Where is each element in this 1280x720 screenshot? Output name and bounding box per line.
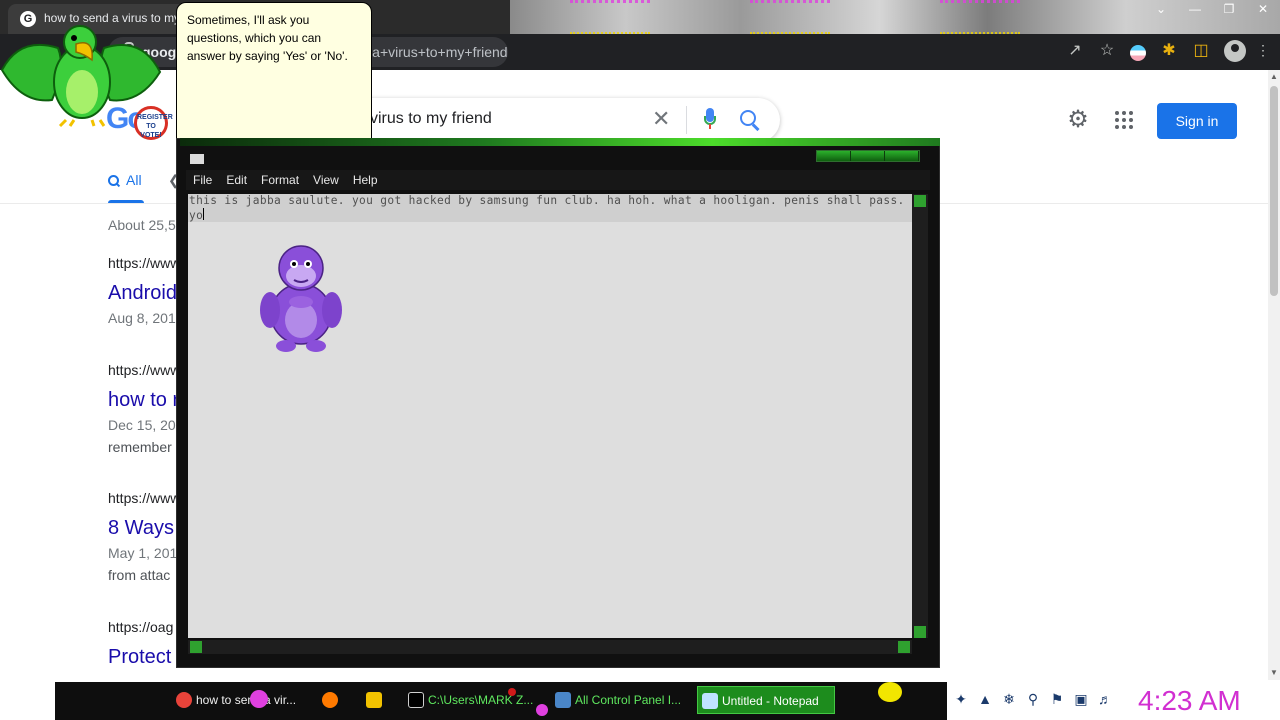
control-panel-icon [555,692,571,708]
tab-search-chevron-icon[interactable]: ⌄ [1144,0,1178,18]
window-controls: ⌄ — ❐ ✕ [1144,0,1280,18]
taskbar-button-label: how to send a vir... [196,693,297,707]
scroll-down-icon[interactable]: ▼ [1270,668,1278,677]
result-date: May 1, 201 [108,545,178,561]
notepad-title-glow [180,138,940,146]
tab-all[interactable]: All [108,172,142,202]
notepad-icon [190,154,204,164]
sparkle [250,690,268,708]
result-title[interactable]: Android [108,282,177,305]
taskbar-button-cmd[interactable]: C:\Users\MARK Z... [404,686,540,714]
speaker-icon[interactable]: ♬ [1096,690,1114,708]
star-icon[interactable]: ☆ [1098,40,1116,62]
result-url[interactable]: https://oag [108,619,173,635]
search-divider [686,106,687,134]
chrome-icon [176,692,192,708]
network-icon[interactable]: ▣ [1072,690,1090,708]
apps-grid-icon[interactable] [1115,111,1133,129]
taskbar-button-chrome[interactable]: how to send a vir... [172,686,304,714]
maximize-button[interactable] [851,151,885,161]
gear-icon[interactable]: ⚙ [1066,108,1090,132]
menu-file[interactable]: File [186,170,219,190]
result-snippet: remember [108,439,172,455]
sparkle [536,704,548,716]
search-icon [108,175,120,187]
menu-edit[interactable]: Edit [219,170,254,190]
sparkle [508,688,516,696]
sign-in-button[interactable]: Sign in [1157,103,1237,139]
firefox-icon [322,692,338,708]
snowflake-icon[interactable]: ❄ [1000,690,1018,708]
taskbar-button-label: Untitled - Notepad [722,694,819,708]
sparkle [878,682,902,702]
text-caret [203,207,205,220]
menu-format[interactable]: Format [254,170,306,190]
result-title[interactable]: how to r [108,389,179,412]
notepad-icon [702,693,718,709]
taskbar-button-firefox[interactable] [318,686,348,714]
taskbar-clock[interactable]: 4:23 AM [1138,684,1248,718]
wallpaper-scribble [570,0,650,34]
scroll-left-icon[interactable] [190,641,202,653]
flag-icon[interactable]: ⚑ [1048,690,1066,708]
result-title[interactable]: 8 Ways [108,517,174,540]
puzzle-icon[interactable]: ✱ [1160,40,1178,62]
page-scrollbar-thumb[interactable] [1270,86,1278,296]
tab-all-label: All [126,172,142,188]
restore-button[interactable]: ❐ [1212,0,1246,18]
toolbar-icons: ↗ ☆ ✱ ◫ [1066,40,1246,62]
taskbar-button-explorer[interactable] [362,686,392,714]
scroll-right-icon[interactable] [898,641,910,653]
bird-icon[interactable]: ✦ [952,690,970,708]
taskbar-button-label: All Control Panel I... [575,693,682,707]
search-icon[interactable]: ⚲ [1024,690,1042,708]
scroll-up-icon[interactable] [914,195,926,207]
search-input[interactable]: virus to my friend [370,110,492,128]
mic-icon[interactable] [704,108,716,132]
chrome-menu-icon[interactable]: ⋮ [1256,42,1270,59]
notepad-vertical-scrollbar[interactable] [912,194,928,638]
result-url[interactable]: https://www [108,255,180,271]
notepad-menubar: File Edit Format View Help [186,170,930,190]
desktop: G how to send a virus to my friend ⌄ — ❐… [0,0,1280,720]
result-title[interactable]: Protect [108,646,171,669]
wallpaper-scribble [940,0,1020,34]
wallpaper-scribble [750,0,830,34]
result-date: Aug 8, 2014 [108,310,184,326]
close-button[interactable] [885,151,919,161]
scroll-up-icon[interactable]: ▲ [1270,72,1278,81]
wifi-icon[interactable]: ▲ [976,690,994,708]
notepad-window-buttons [816,150,920,162]
parrot-assistant-icon[interactable] [0,8,165,128]
notepad-text[interactable]: this is jabba saulute. you got hacked by… [189,194,912,222]
result-stats: About 25,5 [108,217,176,233]
cmd-icon [408,692,424,708]
menu-view[interactable]: View [306,170,346,190]
search-icon[interactable] [738,108,762,132]
bonzi-gorilla-icon[interactable] [256,236,346,354]
system-tray: ✦ ▲ ❄ ⚲ ⚑ ▣ ♬ [952,690,1114,708]
sidebar-icon[interactable]: ◫ [1192,40,1210,62]
minimize-button[interactable]: — [1178,0,1212,18]
taskbar-button-notepad[interactable]: Untitled - Notepad [697,686,835,714]
scroll-down-icon[interactable] [914,626,926,638]
url-query: d+a+virus+to+my+friend [356,44,508,60]
clear-icon[interactable]: ✕ [652,106,670,132]
result-url[interactable]: https://www [108,362,180,378]
result-url[interactable]: https://www [108,490,180,506]
menu-help[interactable]: Help [346,170,385,190]
extension-icon[interactable] [1130,44,1146,61]
notepad-horizontal-scrollbar[interactable] [188,640,912,654]
result-snippet: from attac [108,567,171,583]
taskbar-button-label: C:\Users\MARK Z... [428,693,534,707]
folder-icon [366,692,382,708]
result-date: Dec 15, 201 [108,417,184,433]
profile-icon[interactable] [1224,40,1246,62]
close-button[interactable]: ✕ [1246,0,1280,18]
minimize-button[interactable] [817,151,851,161]
taskbar-button-control-panel[interactable]: All Control Panel I... [551,686,689,714]
share-icon[interactable]: ↗ [1066,40,1084,62]
